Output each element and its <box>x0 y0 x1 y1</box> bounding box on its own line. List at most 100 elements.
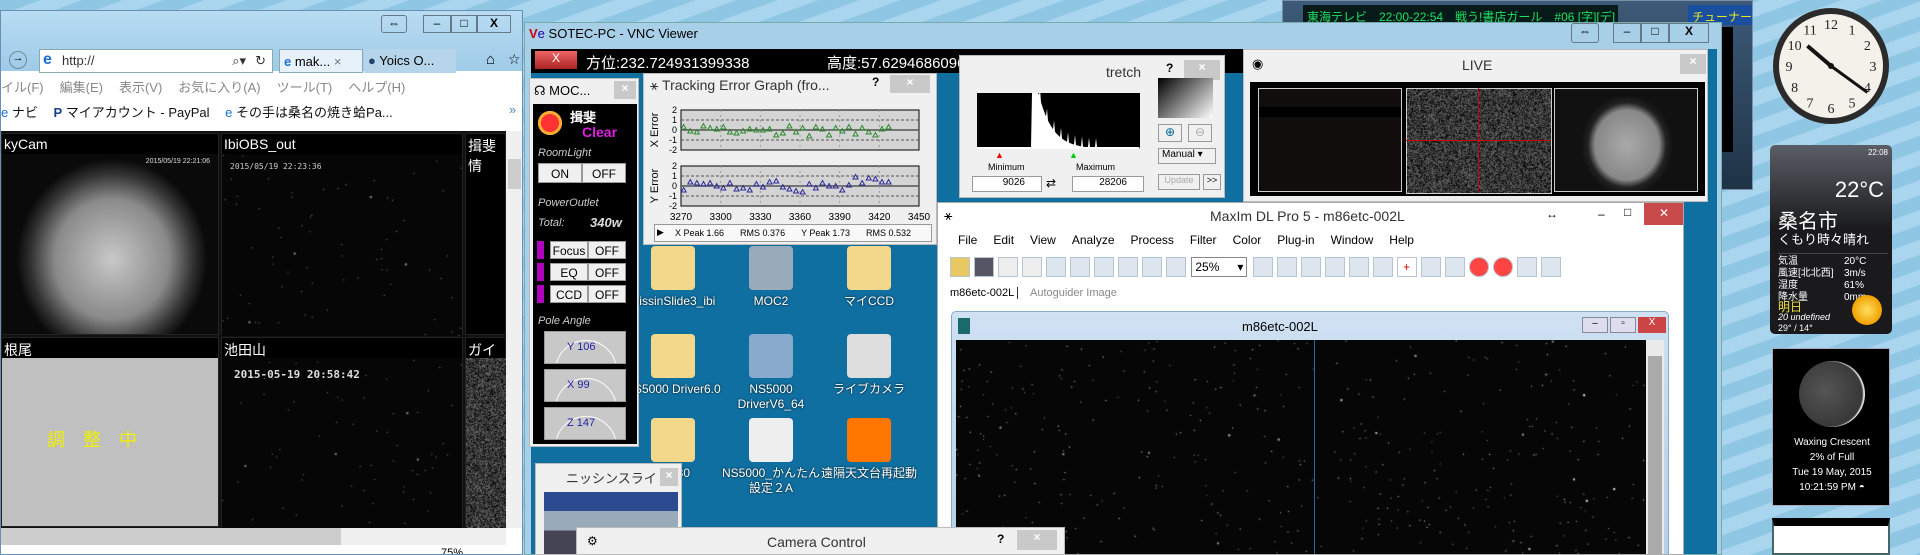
camera-cell[interactable]: 揖斐情 <box>465 133 506 335</box>
zoom-level[interactable]: 75% <box>441 547 463 554</box>
close-button[interactable]: ✕ <box>1644 203 1683 225</box>
help-button[interactable]: ? <box>997 532 1004 546</box>
desktop-icon[interactable]: NS5000_かんたん設定２A <box>716 418 826 496</box>
maximum-input[interactable]: 28206 <box>1072 176 1144 192</box>
redo-icon[interactable] <box>1022 257 1042 277</box>
menu-edit[interactable]: Edit <box>993 233 1014 247</box>
search-icon[interactable]: ⌕▾ <box>232 53 246 69</box>
brush-icon[interactable] <box>1420 257 1441 277</box>
outlet-state-button[interactable]: OFF <box>588 241 626 259</box>
menu-edit[interactable]: 編集(E) <box>60 80 103 95</box>
close-button[interactable]: X <box>477 15 511 33</box>
desktop-icon[interactable]: MOC2 <box>716 246 826 309</box>
menu-analyze[interactable]: Analyze <box>1072 233 1115 247</box>
menu-process[interactable]: Process <box>1131 233 1174 247</box>
snap-button[interactable]: ⇔ <box>381 15 407 33</box>
camera-cell[interactable]: ガイド画 <box>465 337 506 528</box>
close-button[interactable]: × <box>890 75 930 93</box>
graph-icon[interactable] <box>1516 257 1537 277</box>
camera-cell[interactable]: 池田山 2015-05-19 20:58:42 <box>221 337 463 528</box>
undo-icon[interactable] <box>998 257 1018 277</box>
vertical-scrollbar[interactable] <box>506 131 522 528</box>
outlet-state-button[interactable]: OFF <box>588 263 626 281</box>
roomlight-on-button[interactable]: ON <box>538 163 582 183</box>
menu-view[interactable]: View <box>1030 233 1056 247</box>
favorite-link[interactable]: e ナビ <box>1 105 38 120</box>
zoom-out-icon[interactable] <box>1166 257 1186 277</box>
window-icon[interactable] <box>1540 257 1561 277</box>
maximize-button[interactable]: □ <box>451 15 477 33</box>
menu-help[interactable]: Help <box>1389 233 1414 247</box>
help-button[interactable]: ? <box>872 75 879 89</box>
zoom-in-icon[interactable] <box>1142 257 1162 277</box>
outlet-ccd-button[interactable]: CCD <box>550 285 588 303</box>
outlet-state-button[interactable]: OFF <box>588 285 626 303</box>
home-icon[interactable]: ⌂ <box>486 51 495 68</box>
tab-m86etc[interactable]: m86etc-002L <box>950 287 1019 299</box>
close-button[interactable]: X <box>1669 23 1709 43</box>
horizontal-scrollbar[interactable] <box>1 528 506 545</box>
refresh-icon[interactable]: ↻ <box>255 53 266 69</box>
desktop-icon[interactable]: NS5000 DriverV6_64 <box>716 334 826 412</box>
camera-cell[interactable]: IbiOBS_out 2015/05/19 22:23:36 <box>221 133 463 336</box>
minimize-button[interactable]: – <box>1613 23 1641 43</box>
resize-icon[interactable]: ↔ <box>1546 207 1558 221</box>
tab-2[interactable]: ● Yoics O... <box>364 49 456 73</box>
favorites-icon[interactable]: ☆ <box>508 51 521 68</box>
close-button[interactable]: × <box>1680 54 1706 74</box>
screen-stretch-icon[interactable] <box>1046 257 1066 277</box>
close-position-button[interactable]: X <box>535 51 577 69</box>
outlet-eq-button[interactable]: EQ <box>550 263 588 281</box>
desktop-icon[interactable]: マイCCD <box>814 246 924 309</box>
histogram-icon[interactable] <box>1276 257 1297 277</box>
zoom-in-icon[interactable]: ⊕ <box>1158 124 1182 142</box>
information-icon[interactable] <box>1070 257 1090 277</box>
minimize-button[interactable]: – <box>1598 207 1605 221</box>
clock-gadget[interactable]: 1234567891011 12 <box>1768 5 1894 127</box>
maximize-button[interactable]: □ <box>1641 23 1669 43</box>
favorite-link[interactable]: e その手は桑名の焼き蛤Pa... <box>225 105 393 120</box>
forward-button[interactable]: → <box>9 51 27 69</box>
play-icon[interactable]: ▶ <box>657 227 664 238</box>
menu-file[interactable]: イル(F) <box>1 80 44 95</box>
desktop-icon[interactable]: ライブカメラ <box>814 334 924 397</box>
crosshair-icon[interactable]: + <box>1396 257 1417 277</box>
close-button[interactable]: × <box>660 468 678 486</box>
roomlight-off-button[interactable]: OFF <box>582 163 626 183</box>
close-button[interactable]: × <box>614 81 636 99</box>
weather-gadget[interactable]: 22:08 22°C 桑名市 くもり時々晴れ 気温 20°C 風速[北北西] 3m/s… <box>1770 145 1892 334</box>
calibrate-icon[interactable] <box>1324 257 1345 277</box>
favorite-link[interactable]: P マイアカウント - PayPal <box>54 105 210 120</box>
swap-button[interactable]: ⇄ <box>1046 176 1056 190</box>
chevron-more-icon[interactable]: » <box>509 102 516 117</box>
snap-button[interactable]: ⇔ <box>1571 23 1599 43</box>
measure-icon[interactable] <box>1348 257 1369 277</box>
tab-autoguider-image[interactable]: Autoguider Image <box>1030 287 1117 299</box>
camera-cell[interactable]: 根尾調 整 中 <box>1 337 219 527</box>
close-button[interactable]: X <box>1638 317 1666 333</box>
address-bar[interactable]: e http:// ⌕▾ ↻ <box>39 49 273 73</box>
live-view-3[interactable] <box>1554 88 1698 192</box>
menu-view[interactable]: 表示(V) <box>119 80 162 95</box>
stop-icon[interactable] <box>1468 257 1489 277</box>
menu-favorites[interactable]: お気に入り(A) <box>178 80 260 95</box>
menu-file[interactable]: File <box>958 233 977 247</box>
zoom-select[interactable]: 25% ▾ <box>1191 257 1248 277</box>
update-button[interactable]: Update <box>1158 174 1200 190</box>
help-button[interactable]: ? <box>1166 61 1173 75</box>
tab-1[interactable]: e mak... × <box>279 49 363 73</box>
star-icon[interactable] <box>1444 257 1465 277</box>
live-view-1[interactable] <box>1258 88 1402 192</box>
help-icon[interactable] <box>1252 257 1273 277</box>
camera-cell[interactable]: kyCam 2015/05/19 22:21:06 <box>1 133 219 335</box>
close-button[interactable]: × <box>1017 530 1057 550</box>
star-field-image[interactable] <box>956 340 1646 554</box>
open-icon[interactable] <box>950 257 970 277</box>
close-button[interactable]: × <box>1184 60 1220 80</box>
restore-button[interactable]: ▫ <box>1610 317 1636 333</box>
maximize-button[interactable]: □ <box>1624 205 1631 219</box>
menu-color[interactable]: Color <box>1233 233 1262 247</box>
expand-button[interactable]: >> <box>1203 174 1221 190</box>
moon-phase-gadget[interactable]: Waxing Crescent 2% of Full Tue 19 May, 201… <box>1772 348 1890 506</box>
menu-tools[interactable]: ツール(T) <box>277 80 333 95</box>
